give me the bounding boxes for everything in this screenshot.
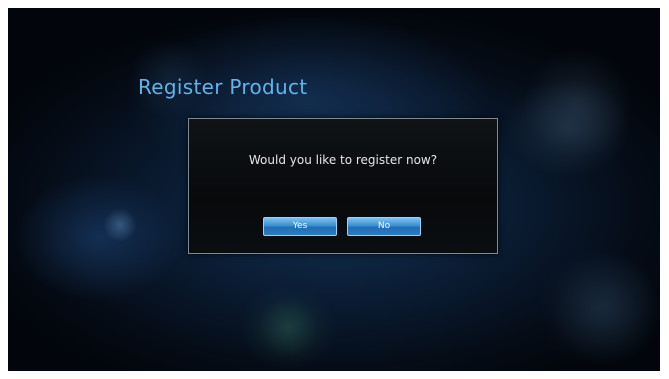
register-dialog: Would you like to register now? Yes No — [188, 118, 498, 254]
bokeh-light — [258, 298, 318, 358]
no-button[interactable]: No — [347, 217, 421, 236]
dialog-message: Would you like to register now? — [248, 153, 438, 167]
bokeh-light — [523, 48, 633, 158]
screenshot-frame: Register Product Would you like to regis… — [0, 0, 669, 379]
yes-button[interactable]: Yes — [263, 217, 337, 236]
tv-screen: Register Product Would you like to regis… — [8, 8, 660, 371]
page-title: Register Product — [138, 75, 308, 99]
bokeh-light — [103, 208, 137, 242]
bokeh-light — [538, 248, 658, 368]
